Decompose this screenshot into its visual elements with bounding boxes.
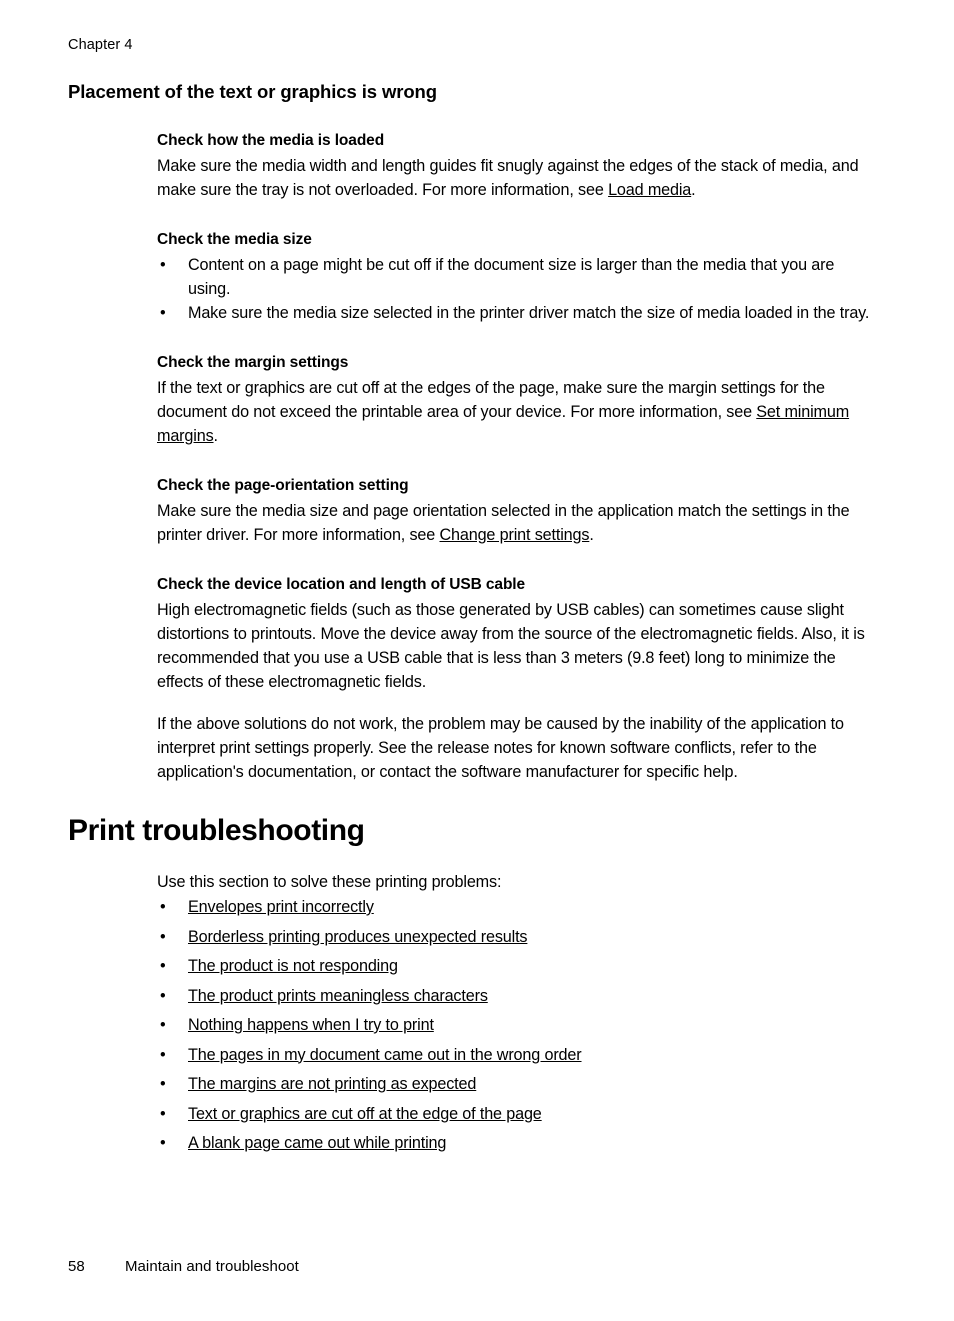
link-margins-not-printing-as-expected[interactable]: The margins are not printing as expected	[188, 1075, 476, 1093]
block-media-size: Check the media size • Content on a page…	[157, 229, 878, 325]
paragraph-text-part2: .	[589, 526, 594, 544]
block-usb-cable: Check the device location and length of …	[157, 574, 878, 784]
placement-body-column: Check how the media is loaded Make sure …	[157, 130, 878, 784]
list-item: • The product is not responding	[157, 953, 878, 980]
page-content: Placement of the text or graphics is wro…	[68, 80, 878, 1160]
list-troubleshooting-links: • Envelopes print incorrectly • Borderle…	[157, 894, 878, 1157]
bullet-icon: •	[160, 1016, 166, 1034]
link-product-prints-meaningless-characters[interactable]: The product prints meaningless character…	[188, 987, 488, 1005]
bullet-icon: •	[160, 927, 166, 946]
footer-title: Maintain and troubleshoot	[125, 1258, 299, 1275]
list-item-text: Content on a page might be cut off if th…	[188, 256, 835, 298]
paragraph-text-part1: Make sure the media width and length gui…	[157, 157, 859, 199]
link-nothing-happens-when-i-try-to-print[interactable]: Nothing happens when I try to print	[188, 1016, 434, 1034]
paragraph-page-orientation: Make sure the media size and page orient…	[157, 499, 878, 547]
link-envelopes-print-incorrectly[interactable]: Envelopes print incorrectly	[188, 898, 374, 916]
paragraph-margin-settings: If the text or graphics are cut off at t…	[157, 376, 878, 448]
section-heading-placement: Placement of the text or graphics is wro…	[68, 81, 437, 102]
link-blank-page-came-out[interactable]: A blank page came out while printing	[188, 1134, 446, 1152]
print-troubleshooting-heading-wrap: Print troubleshooting	[68, 813, 878, 849]
bullet-icon: •	[160, 1075, 166, 1093]
list-item: • The pages in my document came out in t…	[157, 1042, 878, 1069]
list-item: • Content on a page might be cut off if …	[157, 253, 878, 301]
subheading-check-page-orientation: Check the page-orientation setting	[157, 477, 409, 494]
paragraph-usb-cable-1: High electromagnetic fields (such as tho…	[157, 601, 865, 691]
link-text-or-graphics-cut-off[interactable]: Text or graphics are cut off at the edge…	[188, 1105, 542, 1123]
list-item: • Text or graphics are cut off at the ed…	[157, 1101, 878, 1128]
subheading-check-margin-settings: Check the margin settings	[157, 354, 349, 371]
list-media-size: • Content on a page might be cut off if …	[157, 253, 878, 325]
list-item: • The product prints meaningless charact…	[157, 983, 878, 1010]
bullet-icon: •	[160, 957, 166, 975]
list-item: • Envelopes print incorrectly	[157, 894, 878, 921]
list-item-text: Make sure the media size selected in the…	[188, 304, 870, 322]
list-item: • The margins are not printing as expect…	[157, 1071, 878, 1098]
paragraph-text-part1: If the text or graphics are cut off at t…	[157, 379, 825, 421]
block-margin-settings: Check the margin settings If the text or…	[157, 352, 878, 448]
print-troubleshooting-body-column: Use this section to solve these printing…	[157, 870, 878, 1157]
paragraph-usb-cable-2: If the above solutions do not work, the …	[157, 715, 844, 781]
list-item: • Borderless printing produces unexpecte…	[157, 924, 878, 951]
subheading-check-media-loaded: Check how the media is loaded	[157, 132, 385, 149]
document-page: Chapter 4 Placement of the text or graph…	[0, 0, 954, 1321]
paragraph-media-loaded: Make sure the media width and length gui…	[157, 154, 878, 202]
paragraph-text-part2: .	[691, 181, 696, 199]
bullet-icon: •	[160, 304, 166, 322]
bullet-icon: •	[160, 1104, 166, 1123]
page-footer: 58 Maintain and troubleshoot	[68, 1257, 878, 1277]
list-item: • Nothing happens when I try to print	[157, 1012, 878, 1039]
subheading-check-usb-cable: Check the device location and length of …	[157, 576, 526, 593]
bullet-icon: •	[160, 986, 166, 1005]
footer-page-number: 58	[68, 1258, 85, 1275]
running-header-chapter: Chapter 4	[68, 37, 133, 53]
block-media-loaded: Check how the media is loaded Make sure …	[157, 130, 878, 202]
bullet-icon: •	[160, 1134, 166, 1152]
bullet-icon: •	[160, 256, 166, 274]
bullet-icon: •	[160, 1045, 166, 1064]
bullet-icon: •	[160, 898, 166, 916]
list-item: • A blank page came out while printing	[157, 1130, 878, 1157]
block-page-orientation: Check the page-orientation setting Make …	[157, 475, 878, 547]
section-heading-print-troubleshooting: Print troubleshooting	[68, 814, 365, 847]
subheading-check-media-size: Check the media size	[157, 231, 312, 248]
link-product-not-responding[interactable]: The product is not responding	[188, 957, 398, 975]
link-pages-came-out-wrong-order[interactable]: The pages in my document came out in the…	[188, 1046, 582, 1064]
paragraph-troubleshooting-lead: Use this section to solve these printing…	[157, 873, 502, 891]
link-load-media[interactable]: Load media	[608, 181, 691, 199]
link-change-print-settings[interactable]: Change print settings	[439, 526, 589, 544]
link-borderless-printing-unexpected-results[interactable]: Borderless printing produces unexpected …	[188, 928, 528, 946]
list-item: • Make sure the media size selected in t…	[157, 301, 878, 325]
paragraph-text-part2: .	[213, 427, 219, 445]
